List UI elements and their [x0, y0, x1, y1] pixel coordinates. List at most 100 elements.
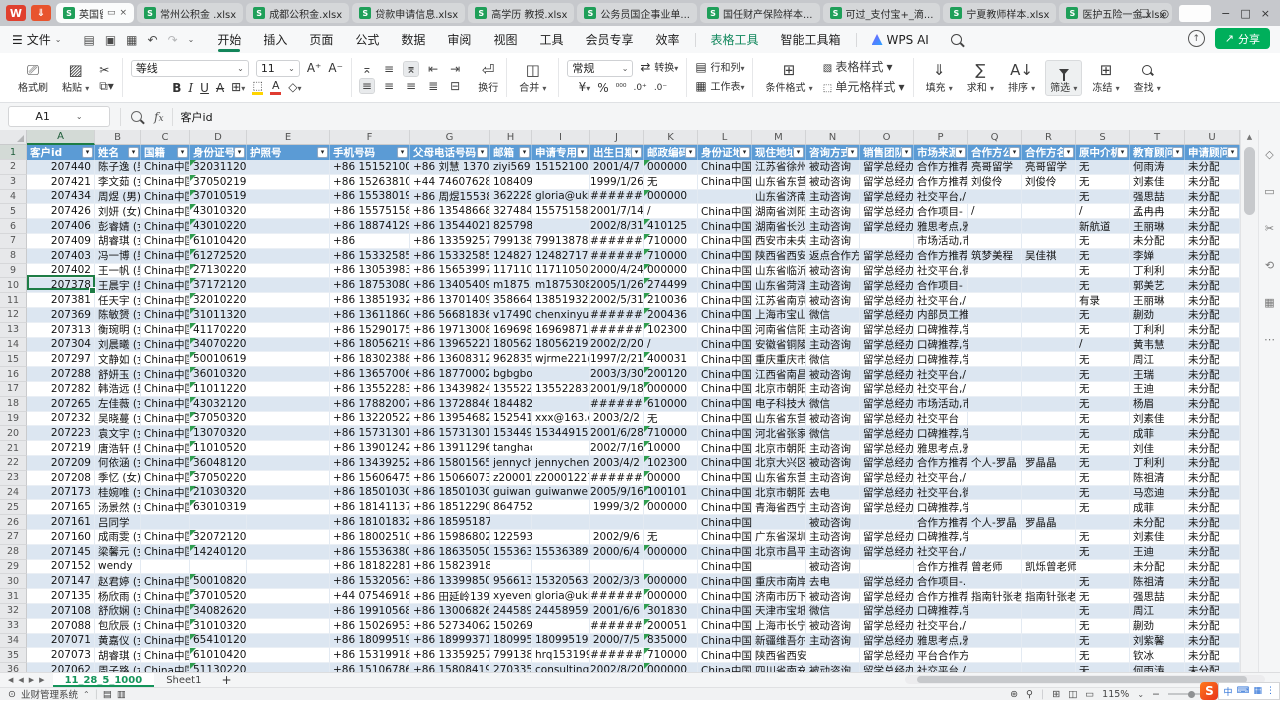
cell-B9[interactable]: 王一帆 (男 — [95, 264, 141, 279]
table-style-button[interactable]: ▧ 表格样式 ▾ — [823, 61, 905, 75]
cell-O15[interactable]: 留学总经办 — [860, 352, 914, 367]
cell-U12[interactable]: 未分配 — [1185, 308, 1240, 323]
cell-F13[interactable]: +86 152901750 — [330, 323, 410, 338]
cell-A15[interactable]: 207297 — [27, 352, 95, 367]
cell-F32[interactable]: +86 199105680 — [330, 604, 410, 619]
cell-J29[interactable] — [590, 560, 644, 575]
cell-R19[interactable] — [1022, 412, 1076, 427]
cell-Q32[interactable] — [968, 604, 1022, 619]
cell-G12[interactable]: +86 56681836 — [410, 308, 490, 323]
name-box[interactable]: A1⌄ — [8, 106, 110, 127]
header-cell-N[interactable]: 咨询方式▾ — [806, 145, 860, 160]
cell-N4[interactable]: 主动咨询 — [806, 190, 860, 205]
header-cell-F[interactable]: 手机号码▾ — [330, 145, 410, 160]
cell-N30[interactable]: 去电 — [806, 574, 860, 589]
cell-M34[interactable]: 新疆维吾尔 — [752, 634, 806, 649]
cell-N27[interactable]: 主动咨询 — [806, 530, 860, 545]
row-number[interactable]: 36 — [0, 663, 27, 672]
cell-I36[interactable]: consulting — [532, 663, 590, 672]
ime-lang-icon[interactable]: 中 — [1223, 685, 1232, 698]
cell-R29[interactable]: 凯烁曾老师 — [1022, 560, 1076, 575]
cell-C26[interactable] — [141, 515, 190, 530]
cell-P27[interactable]: 口碑推荐,学 — [914, 530, 968, 545]
cell-E10[interactable] — [247, 278, 330, 293]
cell-K16[interactable]: 200120 — [644, 367, 698, 382]
cell-C16[interactable]: China中国 — [141, 367, 190, 382]
cell-H10[interactable]: m1875308@ — [490, 278, 532, 293]
cell-N22[interactable]: 被动咨询 — [806, 456, 860, 471]
cell-B24[interactable]: 桂婉唯 (女 — [95, 486, 141, 501]
cell-B22[interactable]: 何依涵 (女 — [95, 456, 141, 471]
cell-D34[interactable]: 654101200007050581 — [190, 634, 247, 649]
cell-F24[interactable]: +86 185010301 — [330, 486, 410, 501]
cell-B14[interactable]: 刘晨曦 (女 — [95, 338, 141, 353]
cell-P15[interactable]: 口碑推荐,学 — [914, 352, 968, 367]
cell-R7[interactable] — [1022, 234, 1076, 249]
cell-I20[interactable]: 153449155 — [532, 426, 590, 441]
cell-H25[interactable]: 864752343 — [490, 500, 532, 515]
increase-indent-icon[interactable]: ⇥ — [448, 62, 462, 76]
cell-N35[interactable] — [806, 648, 860, 663]
cell-I14[interactable]: 180562199 — [532, 338, 590, 353]
cell-G28[interactable]: +86 18635050001 — [410, 545, 490, 560]
share-button[interactable]: ↗ 分享 — [1215, 28, 1270, 49]
cell-A30[interactable]: 207147 — [27, 574, 95, 589]
cell-A21[interactable]: 207219 — [27, 441, 95, 456]
cell-D24[interactable]: 210303200509160922 — [190, 486, 247, 501]
cell-B35[interactable]: 胡睿琪 (女 — [95, 648, 141, 663]
cell-K20[interactable]: 710000 — [644, 426, 698, 441]
app-tab[interactable]: S英国留学生...▭× — [56, 3, 134, 23]
cell-K26[interactable] — [644, 515, 698, 530]
cell-E31[interactable] — [247, 589, 330, 604]
cell-H34[interactable]: 180995191 — [490, 634, 532, 649]
cell-B36[interactable]: 周子路 (女 — [95, 663, 141, 672]
cell-H15[interactable]: 962835011 — [490, 352, 532, 367]
italic-button[interactable]: I — [188, 81, 193, 95]
cell-A31[interactable]: 207135 — [27, 589, 95, 604]
column-header-E[interactable]: E — [247, 130, 330, 145]
cell-Q28[interactable] — [968, 545, 1022, 560]
cell-Q7[interactable] — [968, 234, 1022, 249]
cell-L19[interactable]: China中国 — [698, 412, 752, 427]
cell-R10[interactable] — [1022, 278, 1076, 293]
cell-U5[interactable]: 未分配 — [1185, 204, 1240, 219]
cell-A16[interactable]: 207288 — [27, 367, 95, 382]
cell-P10[interactable]: 合作项目- — [914, 278, 968, 293]
filter-dropdown-icon[interactable]: ▾ — [901, 147, 912, 158]
scroll-up-icon[interactable]: ▲ — [1241, 130, 1258, 144]
cell-J28[interactable]: 2000/6/4 — [590, 545, 644, 560]
cell-O17[interactable]: 留学总经办 — [860, 382, 914, 397]
history-icon[interactable]: ⟲ — [1265, 259, 1274, 272]
cell-U15[interactable]: 未分配 — [1185, 352, 1240, 367]
cell-P19[interactable]: 社交平台 — [914, 412, 968, 427]
cell-P34[interactable]: 雅思考点,雅 — [914, 634, 968, 649]
row-number[interactable]: 17 — [0, 382, 27, 397]
cell-I22[interactable]: jennychen — [532, 456, 590, 471]
cell-B33[interactable]: 包欣辰 (女 — [95, 619, 141, 634]
cell-N11[interactable]: 被动咨询 — [806, 293, 860, 308]
cell-G16[interactable]: +86 18770002151 — [410, 367, 490, 382]
cell-C14[interactable]: China中国 — [141, 338, 190, 353]
cell-U9[interactable]: 未分配 — [1185, 264, 1240, 279]
row-number[interactable]: 6 — [0, 219, 27, 234]
cell-S31[interactable]: 无 — [1076, 589, 1130, 604]
cell-E20[interactable] — [247, 426, 330, 441]
cell-B12[interactable]: 陈敏赟 (女 — [95, 308, 141, 323]
cell-L7[interactable]: China中国 — [698, 234, 752, 249]
cell-C22[interactable]: China中国 — [141, 456, 190, 471]
cell-U4[interactable]: 未分配 — [1185, 190, 1240, 205]
cell-L5[interactable]: China中国 — [698, 204, 752, 219]
cell-C17[interactable]: China中国 — [141, 382, 190, 397]
cell-I27[interactable] — [532, 530, 590, 545]
cell-Q31[interactable]: 指南针张老 — [968, 589, 1022, 604]
cell-P18[interactable]: 市场活动,市 — [914, 397, 968, 412]
column-header-F[interactable]: F — [330, 130, 410, 145]
cell-L3[interactable]: China中国 — [698, 175, 752, 190]
align-top-icon[interactable]: ⌅ — [360, 62, 374, 76]
cell-A23[interactable]: 207208 — [27, 471, 95, 486]
cell-G17[interactable]: +86 13439824521 — [410, 382, 490, 397]
fill-button[interactable]: ⇓ 填充 ▾ — [922, 61, 957, 95]
cell-F6[interactable]: +86 188741294 — [330, 219, 410, 234]
cell-T22[interactable]: 丁利利 — [1130, 456, 1185, 471]
cell-A33[interactable]: 207088 — [27, 619, 95, 634]
